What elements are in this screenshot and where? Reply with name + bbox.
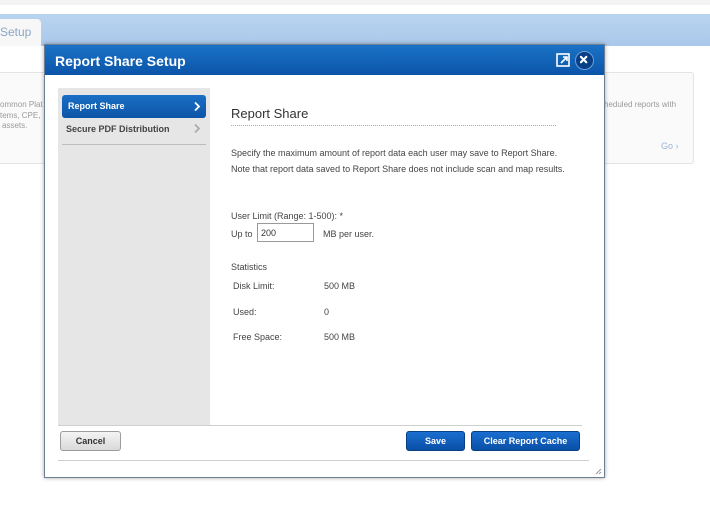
tab-setup[interactable]: Setup bbox=[0, 19, 41, 46]
clear-report-cache-button[interactable]: Clear Report Cache bbox=[471, 431, 580, 451]
dialog-title: Report Share Setup bbox=[55, 53, 186, 69]
resize-handle-icon[interactable] bbox=[594, 467, 602, 475]
save-button[interactable]: Save bbox=[406, 431, 465, 451]
background-card-text: tems, CPE, bbox=[0, 111, 41, 120]
dialog-sidebar: Report Share Secure PDF Distribution bbox=[58, 88, 210, 426]
chevron-right-icon bbox=[194, 123, 201, 134]
user-limit-input[interactable] bbox=[257, 223, 314, 242]
background-card-right bbox=[596, 72, 694, 164]
sidebar-item-secure-pdf-distribution[interactable]: Secure PDF Distribution bbox=[62, 121, 206, 145]
stat-value-used: 0 bbox=[324, 307, 330, 317]
section-description: Specify the maximum amount of report dat… bbox=[231, 148, 565, 174]
title-divider bbox=[231, 125, 556, 126]
background-card-text: assets. bbox=[2, 121, 28, 130]
chevron-right-icon bbox=[194, 101, 201, 112]
dialog-header: Report Share Setup bbox=[45, 45, 604, 75]
close-button[interactable] bbox=[575, 51, 594, 70]
page-top-strip bbox=[0, 0, 710, 5]
statistics-heading: Statistics bbox=[231, 262, 268, 272]
go-link[interactable]: Go › bbox=[661, 141, 679, 151]
go-link-label: Go bbox=[661, 141, 674, 151]
background-card-text: ommon Plat bbox=[0, 100, 43, 109]
chevron-right-icon: › bbox=[675, 141, 679, 151]
footer-bottom-divider bbox=[58, 460, 589, 461]
stat-label-disk-limit: Disk Limit: bbox=[233, 281, 275, 291]
up-to-label: Up to bbox=[231, 229, 253, 239]
user-limit-label: User Limit (Range: 1-500): * bbox=[231, 211, 344, 221]
report-share-setup-dialog: Report Share Setup Report Share Secure P… bbox=[44, 44, 605, 478]
stat-label-used: Used: bbox=[233, 307, 257, 317]
section-title: Report Share bbox=[231, 106, 309, 121]
close-icon bbox=[579, 55, 588, 64]
page-tab-bar bbox=[0, 14, 710, 46]
popout-icon[interactable] bbox=[555, 52, 572, 69]
sidebar-item-label: Report Share bbox=[68, 101, 125, 111]
cancel-button[interactable]: Cancel bbox=[60, 431, 121, 451]
sidebar-item-report-share[interactable]: Report Share bbox=[62, 95, 206, 118]
footer-divider bbox=[58, 425, 582, 426]
stat-value-disk-limit: 500 MB bbox=[324, 281, 356, 291]
stat-value-free-space: 500 MB bbox=[324, 332, 356, 342]
stat-label-free-space: Free Space: bbox=[233, 332, 283, 342]
mb-per-user-label: MB per user. bbox=[323, 229, 375, 239]
background-card-text: heduled reports with bbox=[604, 100, 677, 109]
sidebar-item-label: Secure PDF Distribution bbox=[66, 124, 170, 134]
